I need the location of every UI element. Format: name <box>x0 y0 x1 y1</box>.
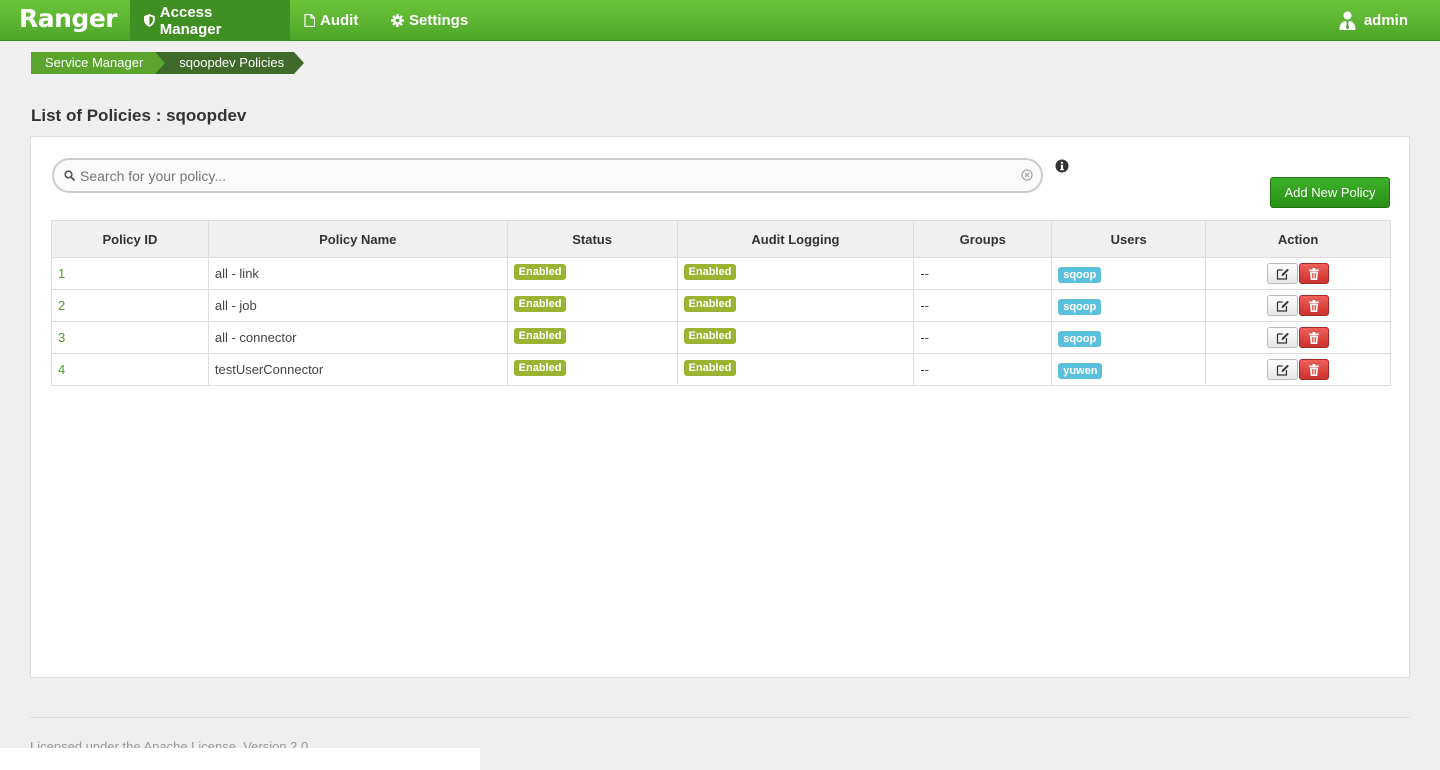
policies-table: Policy ID Policy Name Status Audit Loggi… <box>51 220 1391 386</box>
nav-audit[interactable]: Audit <box>290 0 372 41</box>
column-header-users: Users <box>1051 220 1207 258</box>
status-badge: Enabled <box>513 328 567 344</box>
action-cell <box>1205 321 1391 354</box>
delete-policy-button[interactable] <box>1299 327 1330 348</box>
action-cell <box>1205 257 1391 290</box>
policy-name: all - connector <box>207 321 508 354</box>
policy-name: all - job <box>207 289 508 322</box>
trash-icon <box>1309 267 1320 280</box>
trash-icon <box>1309 363 1320 376</box>
nav-settings[interactable]: Settings <box>377 0 482 41</box>
breadcrumb: Service Manager sqoopdev Policies <box>31 52 304 74</box>
status-badge: Enabled <box>513 360 567 376</box>
edit-policy-button[interactable] <box>1267 359 1299 380</box>
edit-policy-button[interactable] <box>1267 263 1299 284</box>
policy-id-link[interactable]: 3 <box>51 321 209 354</box>
edit-policy-button[interactable] <box>1267 295 1299 316</box>
clear-search-icon[interactable] <box>1021 169 1033 181</box>
user-menu[interactable]: admin <box>1339 0 1408 41</box>
add-new-policy-button[interactable]: Add New Policy <box>1270 177 1390 208</box>
column-header-status: Status <box>506 220 678 258</box>
nav-access-manager-label: Access Manager <box>159 3 222 38</box>
footer-divider <box>30 717 1410 718</box>
info-icon[interactable] <box>1055 159 1069 173</box>
policy-id-link[interactable]: 2 <box>51 289 209 322</box>
policy-name: all - link <box>207 257 508 290</box>
delete-policy-button[interactable] <box>1299 359 1330 380</box>
brand-logo[interactable]: Ranger <box>19 4 118 33</box>
policies-panel: Add New Policy Policy ID Policy Name Sta… <box>30 136 1410 678</box>
delete-policy-button[interactable] <box>1299 295 1330 316</box>
edit-icon <box>1276 364 1289 376</box>
action-cell <box>1205 289 1391 322</box>
delete-policy-button[interactable] <box>1299 263 1330 284</box>
action-cell <box>1205 353 1391 386</box>
nav-access-manager[interactable]: Access Manager <box>130 0 290 41</box>
policy-name: testUserConnector <box>207 353 508 386</box>
column-header-audit-logging: Audit Logging <box>676 220 915 258</box>
user-badge: sqoop <box>1058 299 1102 315</box>
user-name: admin <box>1363 12 1408 29</box>
user-badge: sqoop <box>1058 267 1102 283</box>
trash-icon <box>1309 331 1320 344</box>
search-input[interactable] <box>80 165 1010 187</box>
breadcrumb-current-policies: sqoopdev Policies <box>155 52 304 74</box>
shield-icon <box>144 14 155 27</box>
audit-logging-badge: Enabled <box>683 296 737 312</box>
user-badge: sqoop <box>1058 331 1102 347</box>
top-navbar: Ranger Access Manager Audit Settings adm… <box>0 0 1440 41</box>
user-icon <box>1339 11 1356 30</box>
nav-audit-label: Audit <box>320 12 359 29</box>
table-row: 4 testUserConnector Enabled Enabled -- y… <box>51 353 1391 386</box>
column-header-groups: Groups <box>913 220 1053 258</box>
trash-icon <box>1309 299 1320 312</box>
audit-logging-badge: Enabled <box>683 360 737 376</box>
page-title: List of Policies : sqoopdev <box>31 106 247 125</box>
policy-id-link[interactable]: 1 <box>51 257 209 290</box>
edit-icon <box>1276 332 1289 344</box>
edit-icon <box>1276 268 1289 280</box>
audit-logging-badge: Enabled <box>683 264 737 280</box>
column-header-policy-name[interactable]: Policy Name <box>207 220 508 258</box>
status-badge: Enabled <box>513 296 567 312</box>
audit-logging-badge: Enabled <box>683 328 737 344</box>
search-box[interactable] <box>52 158 1043 193</box>
file-icon <box>304 14 315 27</box>
edit-icon <box>1276 300 1289 312</box>
groups-cell: -- <box>913 289 1053 322</box>
gear-icon <box>391 14 404 27</box>
groups-cell: -- <box>913 321 1053 354</box>
policy-id-link[interactable]: 4 <box>51 353 209 386</box>
user-badge: yuwen <box>1058 363 1103 379</box>
edit-policy-button[interactable] <box>1267 327 1299 348</box>
table-row: 2 all - job Enabled Enabled -- sqoop <box>51 289 1391 322</box>
table-header-row: Policy ID Policy Name Status Audit Loggi… <box>51 220 1391 258</box>
column-header-action: Action <box>1205 220 1391 258</box>
footer-overlay <box>0 748 480 770</box>
column-header-policy-id[interactable]: Policy ID <box>51 220 209 258</box>
groups-cell: -- <box>913 353 1053 386</box>
nav-settings-label: Settings <box>409 12 469 29</box>
search-icon <box>64 170 75 181</box>
table-row: 3 all - connector Enabled Enabled -- sqo… <box>51 321 1391 354</box>
status-badge: Enabled <box>513 264 567 280</box>
groups-cell: -- <box>913 257 1053 290</box>
breadcrumb-service-manager[interactable]: Service Manager <box>31 52 166 74</box>
table-row: 1 all - link Enabled Enabled -- sqoop <box>51 257 1391 290</box>
